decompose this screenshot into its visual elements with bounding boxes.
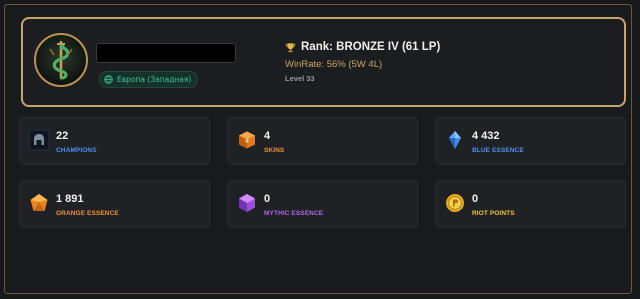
stat-value: 1 891: [56, 193, 84, 205]
stat-value: 0: [472, 193, 479, 205]
stat-value: 4 432: [472, 130, 500, 142]
profile-avatar: [34, 33, 88, 87]
coin-icon: [446, 194, 464, 212]
page-frame: Европа (Западная) Rank: BRONZE IV (61 LP…: [4, 4, 632, 294]
winrate-text: WinRate: 56% (5W 4L): [285, 59, 383, 70]
stat-value: 22: [56, 130, 69, 142]
blue-crystal-icon: [449, 131, 461, 149]
stat-value: 4: [264, 130, 271, 142]
orange-chest-icon: [239, 131, 255, 149]
summoner-name-box: [96, 43, 236, 63]
stat-card-skins: 4 SKINS: [227, 117, 418, 165]
trophy-icon: [285, 42, 296, 52]
stat-label: RIOT POINTS: [472, 210, 515, 217]
rank-line: Rank: BRONZE IV (61 LP): [285, 41, 440, 53]
stat-card-orange-essence: 1 891 ORANGE ESSENCE: [19, 180, 210, 228]
stat-card-riot-points: 0 RIOT POINTS: [435, 180, 626, 228]
stat-label: CHAMPIONS: [56, 147, 97, 154]
globe-icon: [104, 75, 113, 84]
stat-card-champions: 22 CHAMPIONS: [19, 117, 210, 165]
region-badge: Европа (Западная): [99, 71, 199, 88]
stat-label: MYTHIC ESSENCE: [264, 210, 324, 217]
stat-label: BLUE ESSENCE: [472, 147, 524, 154]
helmet-icon: [29, 130, 49, 150]
stat-label: ORANGE ESSENCE: [56, 210, 119, 217]
orange-gem-icon: [30, 194, 48, 211]
rank-text: Rank: BRONZE IV (61 LP): [301, 41, 441, 53]
purple-gem-icon: [239, 194, 255, 212]
serpent-emblem-icon: [49, 41, 73, 80]
stat-value: 0: [264, 193, 271, 205]
stat-card-blue-essence: 4 432 BLUE ESSENCE: [435, 117, 626, 165]
region-label: Европа (Западная): [117, 75, 192, 84]
profile-card: Европа (Западная) Rank: BRONZE IV (61 LP…: [21, 17, 626, 107]
level-text: Level 33: [285, 74, 315, 83]
stat-card-mythic-essence: 0 MYTHIC ESSENCE: [227, 180, 418, 228]
stat-label: SKINS: [264, 147, 285, 154]
